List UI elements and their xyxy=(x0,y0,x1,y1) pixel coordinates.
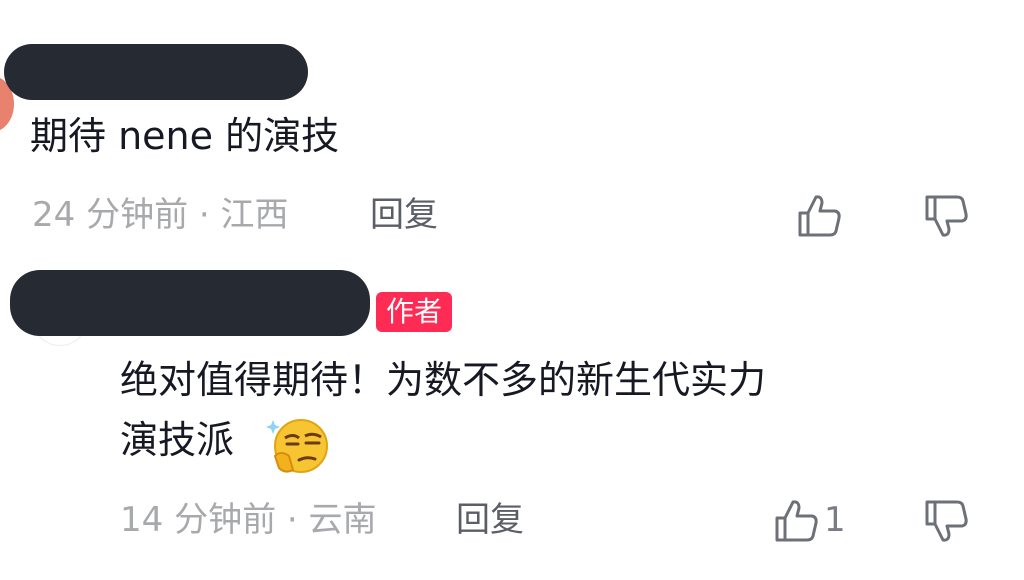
like-count: 1 xyxy=(824,500,846,540)
like-button[interactable] xyxy=(795,191,845,241)
thumbs-up-icon xyxy=(775,500,818,542)
thumbs-up-icon xyxy=(798,195,841,237)
redacted-username xyxy=(4,44,308,100)
dislike-button[interactable] xyxy=(922,191,972,241)
dislike-button[interactable] xyxy=(922,496,972,546)
reply-button[interactable]: 回复 xyxy=(370,193,438,237)
thumbs-down-icon xyxy=(925,195,968,237)
redacted-username xyxy=(10,270,370,336)
reply-button[interactable]: 回复 xyxy=(456,498,524,542)
smug-face-emoji xyxy=(265,412,331,478)
comment-meta: 24 分钟前 · 江西 xyxy=(32,195,289,235)
comment-text-line1: 绝对值得期待！为数不多的新生代实力 xyxy=(120,358,767,402)
thumbs-down-icon xyxy=(925,500,968,542)
like-button[interactable] xyxy=(772,496,822,546)
comment-text: 期待 nene 的演技 xyxy=(30,114,340,158)
comment-meta: 14 分钟前 · 云南 xyxy=(120,500,377,540)
author-badge: 作者 xyxy=(376,292,453,332)
comment-text-line2: 演技派 xyxy=(120,418,235,462)
